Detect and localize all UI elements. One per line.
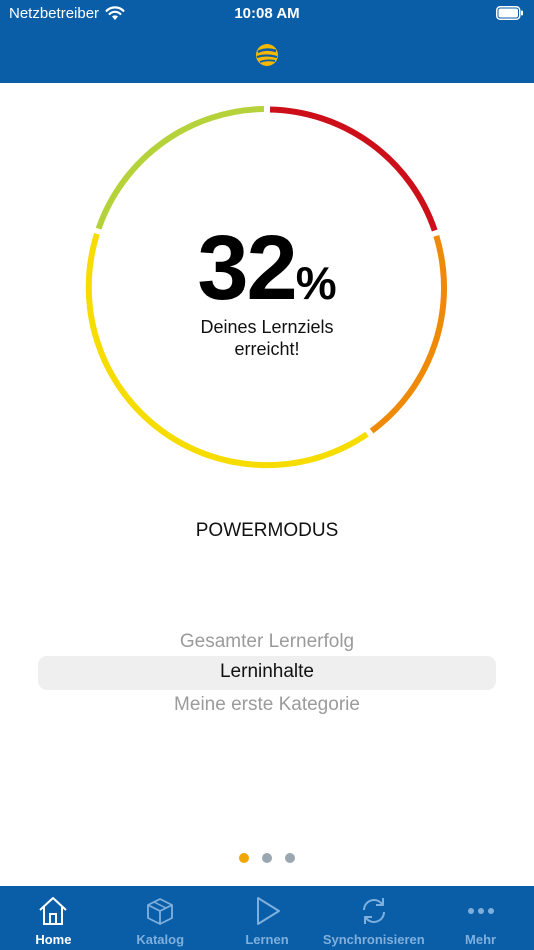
progress-value: 32 (197, 217, 297, 319)
progress-percentage: 32% (0, 222, 534, 314)
page-indicator[interactable] (0, 853, 534, 863)
tab-catalog[interactable]: Katalog (107, 886, 214, 950)
play-icon (256, 897, 280, 925)
ring-segment-lime (95, 106, 265, 230)
app-logo-icon (256, 44, 278, 66)
tab-home-label: Home (35, 932, 72, 947)
tab-learn[interactable]: Lernen (214, 886, 321, 950)
tab-more-label: Mehr (465, 932, 497, 947)
catalog-box-icon (147, 898, 174, 925)
tab-bar: Home Katalog Lernen Synchronisieren Mehr (0, 886, 534, 950)
picker-option-selected[interactable]: Lerninhalte (0, 655, 534, 689)
ring-segment-red (269, 106, 438, 232)
progress-caption: Deines Lernziels erreicht! (0, 316, 534, 360)
picker-option-overall[interactable]: Gesamter Lernerfolg (0, 631, 534, 653)
tab-sync-label: Synchronisieren (322, 932, 425, 947)
picker-option-category[interactable]: Meine erste Kategorie (0, 694, 534, 716)
page-dot-1[interactable] (239, 853, 249, 863)
battery-icon (496, 6, 523, 20)
top-bar: Netzbetreiber 10:08 AM (0, 0, 534, 83)
clock: 10:08 AM (234, 5, 300, 22)
tab-learn-label: Lernen (245, 932, 289, 947)
progress-unit: % (295, 257, 337, 309)
page-dot-3[interactable] (285, 853, 295, 863)
tab-sync[interactable]: Synchronisieren (320, 886, 427, 950)
home-icon (39, 897, 68, 925)
progress-caption-line1: Deines Lernziels (200, 317, 334, 337)
more-icon (467, 908, 494, 914)
tab-catalog-label: Katalog (136, 932, 185, 947)
page-dot-2[interactable] (262, 853, 272, 863)
mode-label: POWERMODUS (195, 520, 339, 541)
progress-caption-line2: erreicht! (234, 339, 300, 359)
status-bar: Netzbetreiber 10:08 AM (0, 0, 534, 28)
tab-home[interactable]: Home (0, 886, 107, 950)
sync-icon (362, 898, 385, 924)
tab-more[interactable]: Mehr (427, 886, 534, 950)
